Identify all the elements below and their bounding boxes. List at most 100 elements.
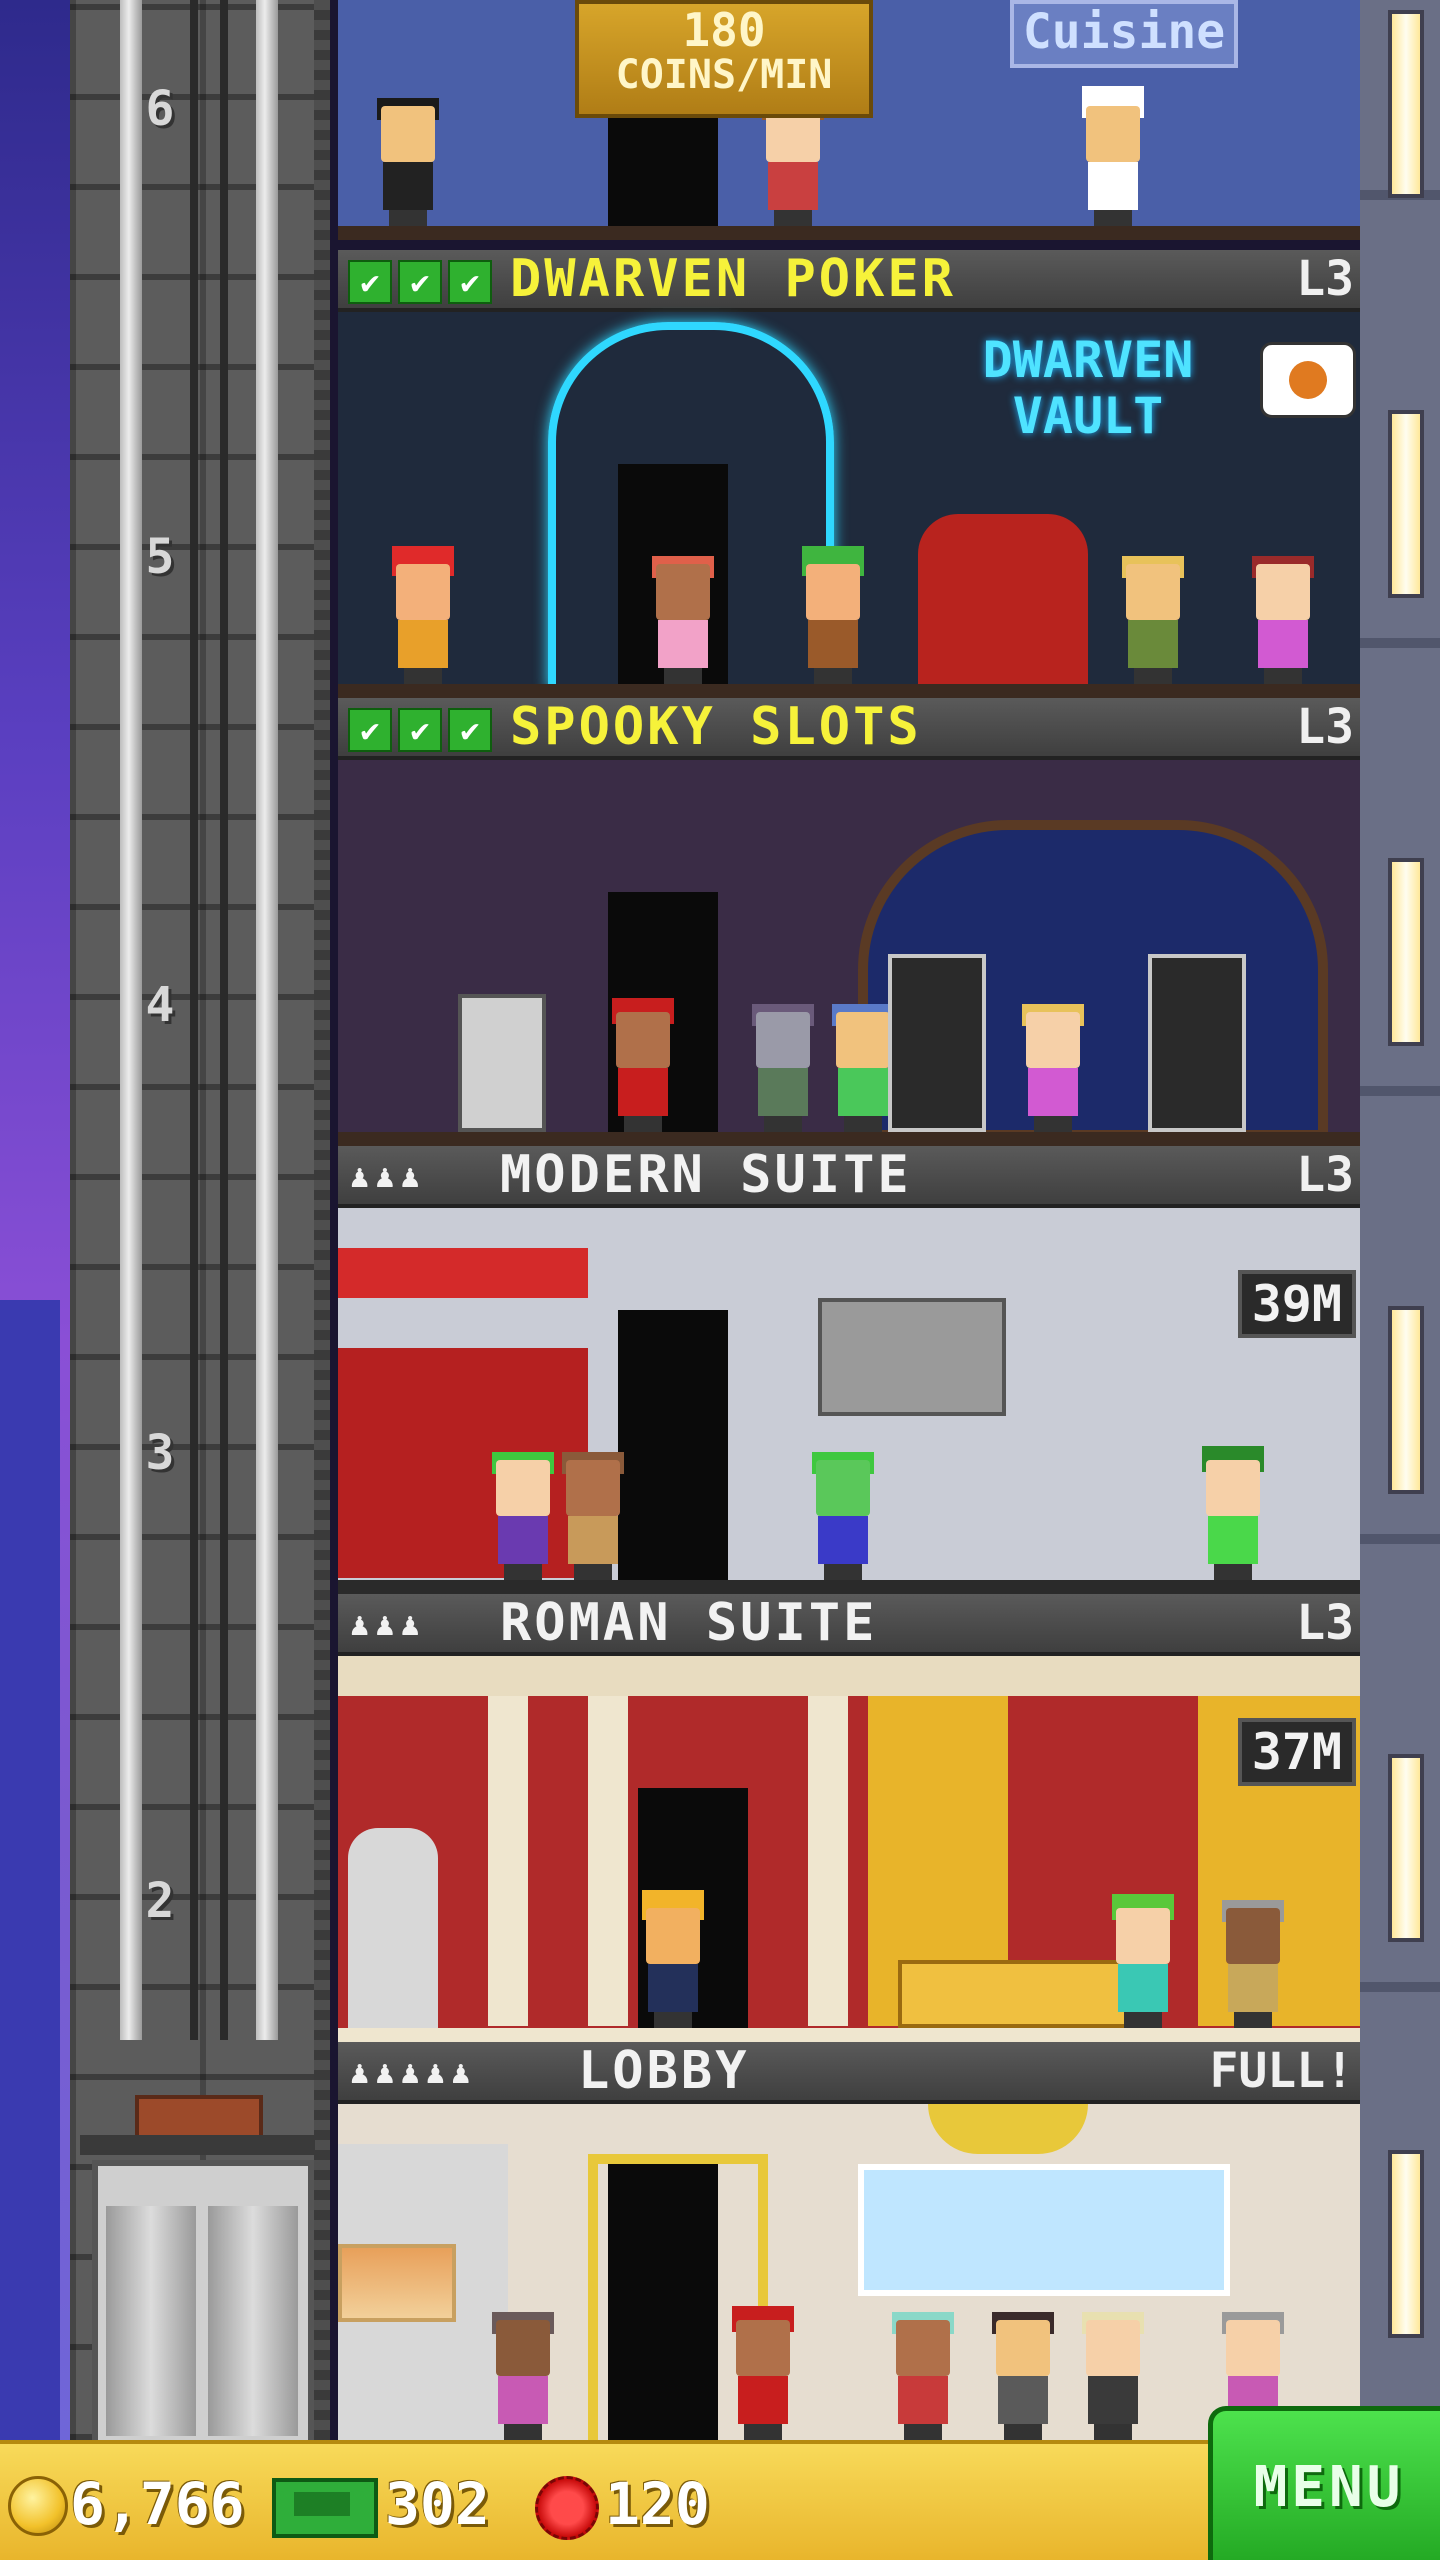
city-silhouette-tip — [10, 1330, 30, 1370]
floor-spooky-slots[interactable]: ✔ ✔ ✔ SPOOKY SLOTS L3 — [338, 698, 1360, 1146]
floor-name: LOBBY — [578, 2042, 750, 2101]
shaft-cable-right — [220, 0, 228, 2040]
bitizen-chef[interactable] — [1078, 86, 1148, 226]
bitizen-dwarf[interactable] — [388, 546, 458, 684]
bitizen-guest[interactable] — [758, 98, 828, 226]
floor-modern-suite[interactable]: ♟♟♟ MODERN SUITE L3 39M — [338, 1146, 1360, 1594]
check-icon: ✔ — [348, 708, 392, 752]
floor-roman-suite[interactable]: ♟♟♟ ROMAN SUITE L3 37M — [338, 1594, 1360, 2042]
roman-column — [588, 1696, 628, 2026]
elevator-shaft[interactable] — [70, 0, 330, 2440]
elevator-car[interactable] — [92, 2160, 314, 2452]
elevator-door-right — [208, 2206, 298, 2436]
shaft-floor-number-6: 6 — [118, 74, 202, 144]
floor-status-checks: ✔ ✔ ✔ — [348, 708, 498, 752]
slot-machine — [458, 994, 546, 1132]
bitizen-resident[interactable] — [1198, 1446, 1268, 1580]
city-silhouette — [0, 1300, 60, 2440]
shaft-floor-number-5: 5 — [118, 522, 202, 592]
resident-icon: ♟♟♟ — [350, 1605, 426, 1643]
bitizen-visitor[interactable] — [1078, 2312, 1148, 2440]
floor-header: ♟♟♟ MODERN SUITE L3 — [338, 1146, 1360, 1208]
bitizen-zombie[interactable] — [748, 1004, 818, 1132]
bitizen-guest[interactable] — [648, 556, 718, 684]
elevator-frame — [80, 2135, 315, 2155]
bitizen-resident[interactable] — [808, 1452, 878, 1580]
room-floor — [338, 1580, 1360, 1594]
coins-rate-value: 180 — [682, 3, 766, 57]
floor-header: ♟♟♟♟♟ LOBBY FULL! — [338, 2042, 1360, 2104]
bitizen-resident[interactable] — [638, 1890, 708, 2028]
statue-decoration — [348, 1828, 438, 2028]
roman-column — [488, 1696, 528, 2026]
speech-bubble[interactable] — [1260, 342, 1356, 418]
room-floor — [338, 1132, 1360, 1146]
floor-dwarven-poker[interactable]: ✔ ✔ ✔ DWARVEN POKER L3 DWARVEN VAULT — [338, 250, 1360, 698]
menu-button[interactable]: MENU — [1208, 2406, 1440, 2560]
bitizen-resident[interactable] — [1108, 1894, 1178, 2028]
bitizen-visitor[interactable] — [888, 2312, 958, 2440]
floor-header: ✔ ✔ ✔ DWARVEN POKER L3 — [338, 250, 1360, 312]
floor-header: ♟♟♟ ROMAN SUITE L3 — [338, 1594, 1360, 1656]
floor-lobby[interactable]: ♟♟♟♟♟ LOBBY FULL! — [338, 2042, 1360, 2440]
elevator-door-left — [106, 2206, 196, 2436]
room-floor — [338, 226, 1360, 240]
roman-column — [808, 1696, 848, 2026]
bitizen-resident[interactable] — [558, 1452, 628, 1580]
dragon-decoration — [918, 514, 1088, 684]
check-icon: ✔ — [348, 260, 392, 304]
window-light — [1388, 410, 1424, 598]
floor-name: SPOOKY SLOTS — [510, 698, 922, 757]
slot-machine — [1148, 954, 1246, 1132]
floor-level: FULL! — [1209, 2043, 1355, 2099]
ticket-icon — [535, 2476, 599, 2540]
bitizen-guest[interactable] — [1248, 556, 1318, 684]
lobby-aquarium — [858, 2164, 1230, 2296]
check-icon: ✔ — [448, 260, 492, 304]
coin-icon — [8, 2476, 68, 2536]
bitizen-bellhop[interactable] — [608, 998, 678, 1132]
red-wall-panel — [338, 1248, 588, 1298]
rent-timer-badge[interactable]: 39M — [1237, 1270, 1356, 1338]
floor-status-checks: ✔ ✔ ✔ — [348, 260, 498, 304]
slot-machine — [888, 954, 986, 1132]
floor-name: DWARVEN POKER — [510, 250, 956, 309]
bitizen-guest[interactable] — [1118, 556, 1188, 684]
bux-count: 302 — [385, 2470, 490, 2538]
game-view: 6 5 4 3 2 180 COINS/MIN Cuisine ✔ ✔ ✔ DW… — [0, 0, 1440, 2560]
bitizen-visitor[interactable] — [988, 2312, 1058, 2440]
emote-icon — [1289, 361, 1327, 399]
building-right-edge — [1360, 0, 1440, 2440]
vault-sign-line-1: DWARVEN — [982, 331, 1194, 389]
bitizen-resident[interactable] — [1218, 1900, 1288, 2028]
tickets-count: 120 — [605, 2470, 710, 2538]
roman-entablature — [338, 1656, 1360, 1696]
floor-level: L3 — [1296, 699, 1354, 755]
bitizen-visitor[interactable] — [488, 2312, 558, 2440]
resident-icon: ♟♟♟♟♟ — [350, 2053, 477, 2091]
floor-level: L3 — [1296, 251, 1354, 307]
window-light — [1388, 10, 1424, 198]
restaurant-sign: Cuisine — [1010, 0, 1238, 68]
window-light — [1388, 2150, 1424, 2338]
floor-name: ROMAN SUITE — [500, 1594, 878, 1653]
resident-icon: ♟♟♟ — [350, 1157, 426, 1195]
room-door — [608, 2164, 718, 2440]
chandelier — [928, 2104, 1088, 2154]
window-light — [1388, 1754, 1424, 1942]
bitizen-bellhop[interactable] — [728, 2306, 798, 2440]
window-light — [1388, 1306, 1424, 1494]
bitizen-dwarf[interactable] — [798, 546, 868, 684]
floor-header: ✔ ✔ ✔ SPOOKY SLOTS L3 — [338, 698, 1360, 760]
tower-bux-icon — [272, 2478, 378, 2538]
vault-sign-line-2: VAULT — [1012, 387, 1164, 445]
coins-per-minute-sign: 180 COINS/MIN — [575, 0, 873, 118]
check-icon: ✔ — [448, 708, 492, 752]
bitizen-resident[interactable] — [488, 1452, 558, 1580]
floor-level: L3 — [1296, 1595, 1354, 1651]
bitizen-waiter[interactable] — [373, 98, 443, 226]
shaft-edge — [314, 0, 330, 2440]
bitizen-guest[interactable] — [1018, 1004, 1088, 1132]
rent-timer-badge[interactable]: 37M — [1237, 1718, 1356, 1786]
check-icon: ✔ — [398, 708, 442, 752]
